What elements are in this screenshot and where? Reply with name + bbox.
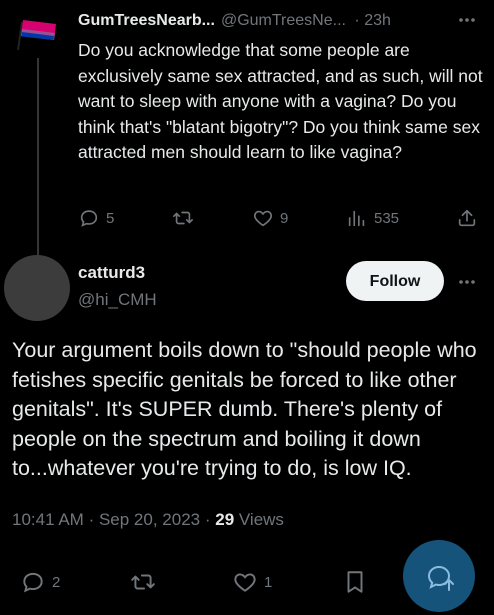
like-count: 9 <box>280 209 289 227</box>
reply-button[interactable]: 2 <box>20 568 60 596</box>
like-icon <box>234 573 256 592</box>
more-icon[interactable] <box>457 272 477 292</box>
reply-count: 5 <box>106 209 115 227</box>
user-handle[interactable]: @hi_CMH <box>78 290 157 310</box>
parent-tweet-text: Do you acknowledge that some people are … <box>78 40 483 162</box>
parent-tweet-actions: 5 9 535 <box>78 204 488 232</box>
display-name[interactable]: catturd3 <box>78 263 145 283</box>
tweet-meta: 10:41 AM · Sep 20, 2023 · 29 Views <box>12 510 284 529</box>
views-label: Views <box>238 510 284 529</box>
main-tweet-text: Your argument boils down to "should peop… <box>12 338 477 481</box>
views-count: 29 <box>215 510 235 529</box>
parent-tweet-header: GumTreesNearb... @GumTreesNe... · 23h <box>78 12 391 30</box>
tweet-time[interactable]: 10:41 AM <box>12 510 84 529</box>
bookmark-button[interactable] <box>342 568 368 596</box>
like-button[interactable]: 9 <box>252 204 288 232</box>
retweet-icon <box>173 211 193 225</box>
reply-count: 2 <box>52 573 61 591</box>
retweet-button[interactable] <box>172 204 194 232</box>
views-icon <box>348 210 365 227</box>
retweet-icon <box>131 574 155 590</box>
tweet-time[interactable]: · 23h <box>354 12 390 29</box>
reply-button[interactable]: 5 <box>78 204 114 232</box>
like-icon <box>254 210 272 227</box>
user-handle[interactable]: @GumTreesNe... <box>221 12 346 29</box>
flag-avatar-icon[interactable] <box>14 12 62 52</box>
views-button[interactable]: 535 <box>346 204 399 232</box>
views-count: 535 <box>374 209 400 227</box>
share-icon <box>458 209 476 227</box>
like-button[interactable]: 1 <box>232 568 272 596</box>
like-count: 1 <box>264 573 273 591</box>
share-button[interactable] <box>456 204 478 232</box>
tweet-date[interactable]: Sep 20, 2023 <box>99 510 200 529</box>
avatar[interactable] <box>4 255 70 321</box>
follow-button[interactable]: Follow <box>346 261 444 301</box>
reply-icon <box>80 210 98 227</box>
bookmark-icon <box>347 571 363 593</box>
reply-icon <box>23 572 43 593</box>
compose-icon[interactable] <box>424 560 458 594</box>
more-icon[interactable] <box>457 10 477 30</box>
retweet-button[interactable] <box>130 568 156 596</box>
thread-line <box>37 58 39 258</box>
display-name[interactable]: GumTreesNearb... <box>78 12 215 29</box>
